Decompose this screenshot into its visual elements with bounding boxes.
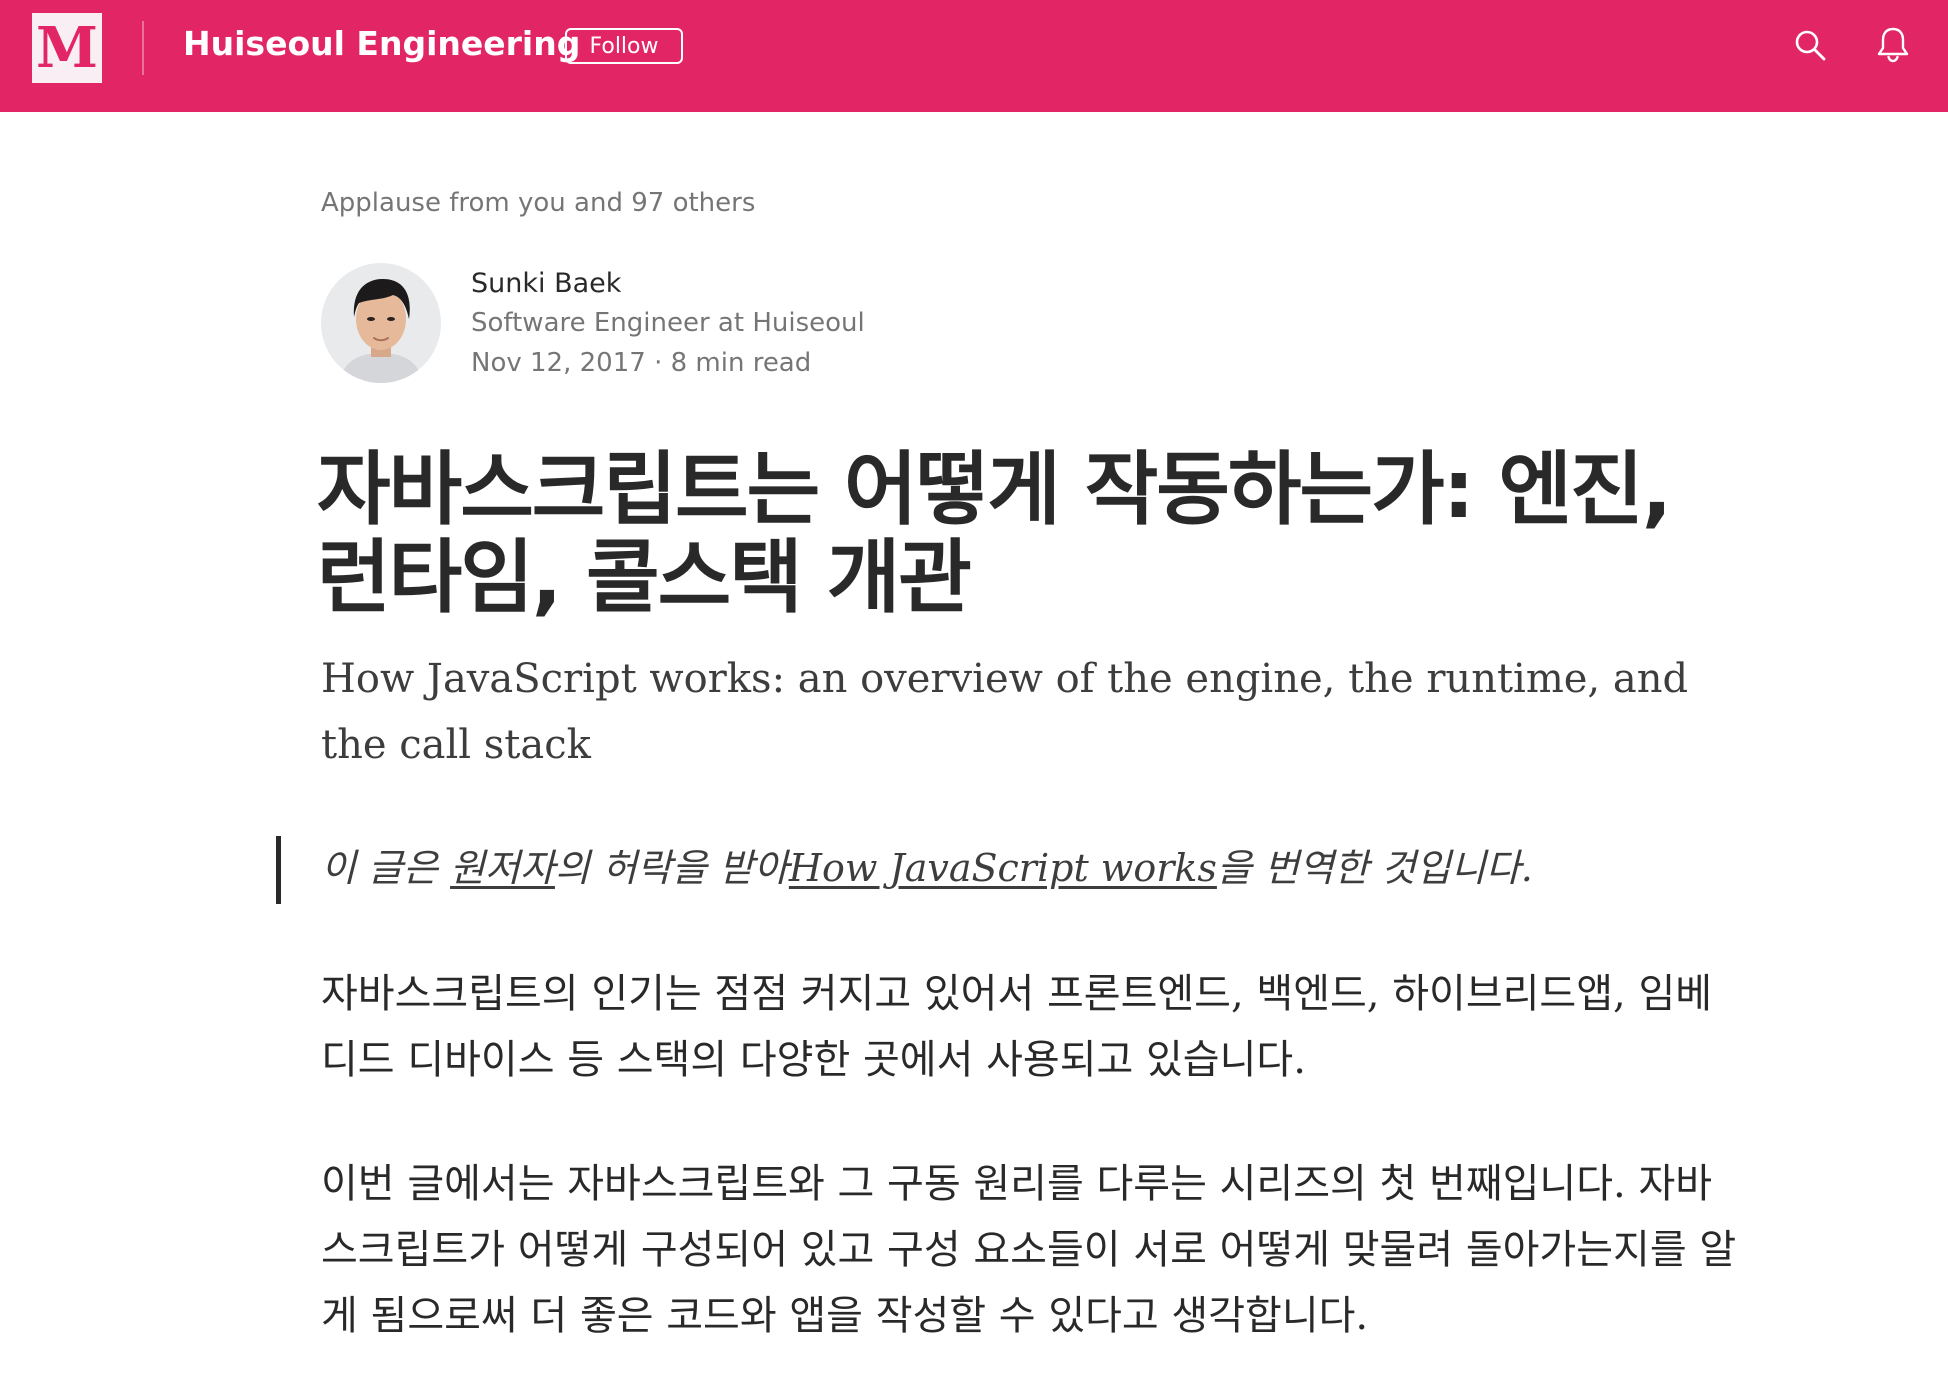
blockquote-bar xyxy=(276,836,281,904)
quote-text: 을 번역한 것입니다. xyxy=(1216,846,1533,890)
applause-summary: Applause from you and 97 others xyxy=(321,188,756,218)
body-paragraph: 자바스크립트의 인기는 점점 커지고 있어서 프론트엔드, 백엔드, 하이브리드… xyxy=(321,971,1713,1083)
article-subtitle: How JavaScript works: an overview of the… xyxy=(321,656,1689,768)
publication-name[interactable]: Huiseoul Engineering xyxy=(183,24,580,63)
search-button[interactable] xyxy=(1790,25,1830,65)
notifications-button[interactable] xyxy=(1873,25,1913,65)
meta-separator: · xyxy=(654,348,663,378)
post-date: Nov 12, 2017 xyxy=(471,348,646,378)
author-bio: Software Engineer at Huiseoul xyxy=(471,308,865,338)
avatar[interactable] xyxy=(321,263,441,383)
post-meta: Nov 12, 2017 · 8 min read xyxy=(471,348,811,378)
article-title: 자바스크립트는 어떻게 작동하는가: 엔진, 런타임, 콜스택 개관 xyxy=(317,443,1672,624)
original-article-link[interactable]: How JavaScript works xyxy=(789,846,1217,890)
translation-notice: 이 글은 원저자의 허락을 받아How JavaScript works을 번역… xyxy=(321,838,1741,898)
author-name[interactable]: Sunki Baek xyxy=(471,268,621,299)
quote-text: 이 글은 xyxy=(321,846,451,890)
bell-icon xyxy=(1877,27,1909,63)
follow-button[interactable]: Follow xyxy=(565,28,683,64)
read-time: 8 min read xyxy=(670,348,812,378)
original-author-link[interactable]: 원저자 xyxy=(450,846,555,890)
author-photo xyxy=(321,263,441,383)
quote-text: 의 허락을 받아 xyxy=(554,846,789,890)
body-paragraph: 이번 글에서는 자바스크립트와 그 구동 원리를 다루는 시리즈의 첫 번째입니… xyxy=(321,1161,1737,1339)
search-icon xyxy=(1795,30,1826,61)
top-bar: M Huiseoul Engineering Follow xyxy=(0,0,1948,112)
header-divider xyxy=(142,21,144,75)
medium-logo[interactable]: M xyxy=(32,13,102,83)
